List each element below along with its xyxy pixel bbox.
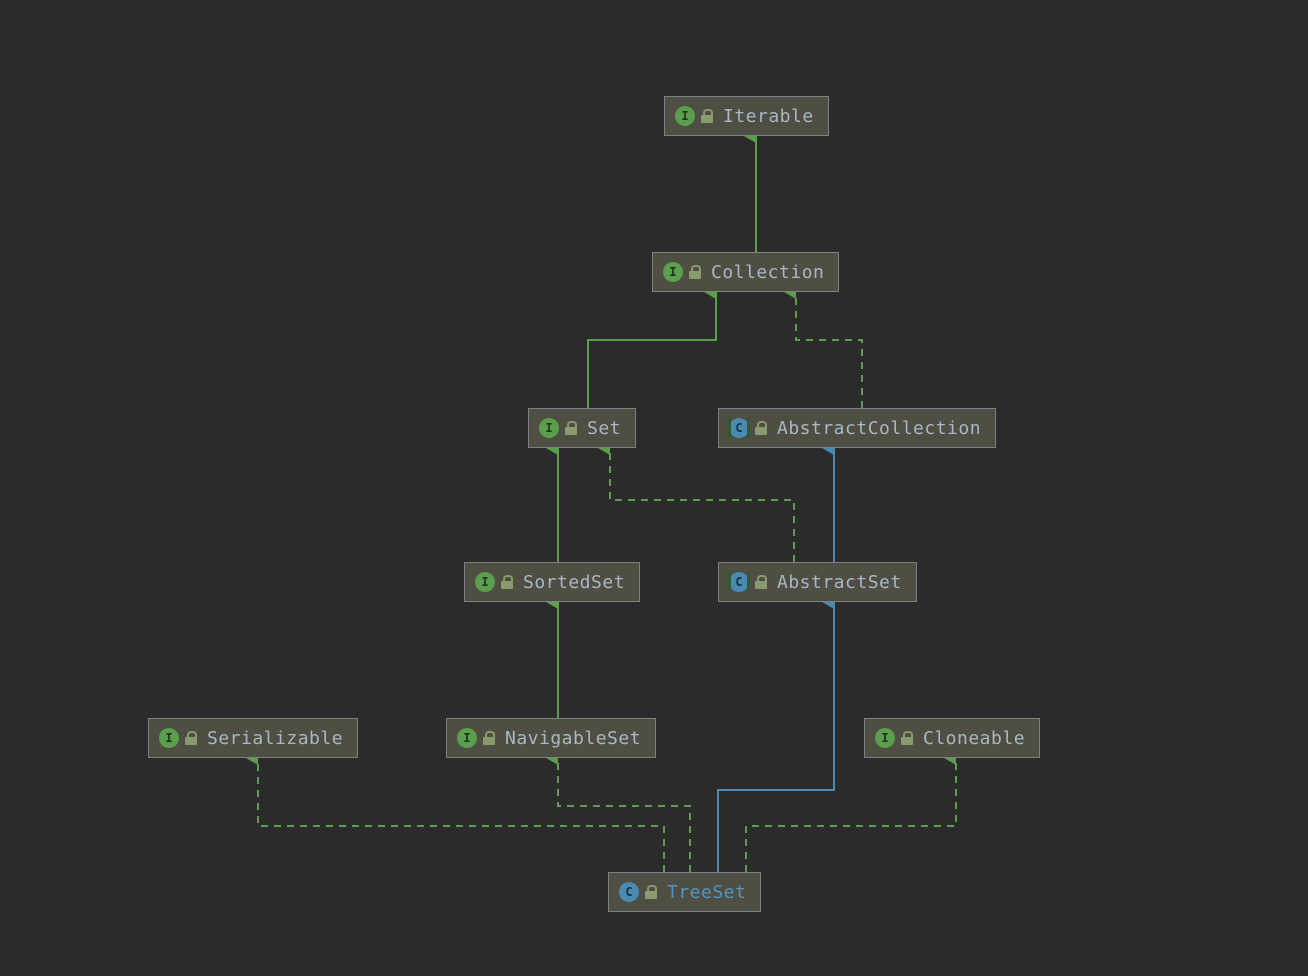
edge-abstractset-set xyxy=(610,448,794,562)
node-treeset[interactable]: C TreeSet xyxy=(608,872,761,912)
edge-layer xyxy=(0,0,1308,976)
edge-abstractcollection-collection xyxy=(796,292,862,408)
edge-treeset-abstractset xyxy=(718,602,834,872)
abstract-class-icon: C xyxy=(729,572,749,592)
interface-icon: I xyxy=(875,728,895,748)
node-label: Iterable xyxy=(723,106,814,127)
interface-icon: I xyxy=(457,728,477,748)
node-collection[interactable]: I Collection xyxy=(652,252,839,292)
lock-icon xyxy=(565,421,577,435)
interface-icon: I xyxy=(539,418,559,438)
lock-icon xyxy=(901,731,913,745)
node-label: AbstractSet xyxy=(777,572,902,593)
lock-icon xyxy=(501,575,513,589)
lock-icon xyxy=(645,885,657,899)
node-label: Set xyxy=(587,418,621,439)
lock-icon xyxy=(689,265,701,279)
node-label: AbstractCollection xyxy=(777,418,981,439)
node-iterable[interactable]: I Iterable xyxy=(664,96,829,136)
node-sortedset[interactable]: I SortedSet xyxy=(464,562,640,602)
node-label: Cloneable xyxy=(923,728,1025,749)
lock-icon xyxy=(755,575,767,589)
edge-set-collection xyxy=(588,292,716,408)
interface-icon: I xyxy=(675,106,695,126)
lock-icon xyxy=(185,731,197,745)
lock-icon xyxy=(483,731,495,745)
node-label: TreeSet xyxy=(667,882,746,903)
lock-icon xyxy=(701,109,713,123)
node-abstractcollection[interactable]: C AbstractCollection xyxy=(718,408,996,448)
interface-icon: I xyxy=(663,262,683,282)
node-set[interactable]: I Set xyxy=(528,408,636,448)
diagram-canvas: I Iterable I Collection I Set C Abstract… xyxy=(0,0,1308,976)
node-label: Serializable xyxy=(207,728,343,749)
abstract-class-icon: C xyxy=(729,418,749,438)
interface-icon: I xyxy=(475,572,495,592)
edge-treeset-cloneable xyxy=(746,758,956,872)
node-abstractset[interactable]: C AbstractSet xyxy=(718,562,917,602)
lock-icon xyxy=(755,421,767,435)
node-label: NavigableSet xyxy=(505,728,641,749)
node-serializable[interactable]: I Serializable xyxy=(148,718,358,758)
node-label: Collection xyxy=(711,262,824,283)
node-label: SortedSet xyxy=(523,572,625,593)
edge-treeset-navigableset xyxy=(558,758,690,872)
class-icon: C xyxy=(619,882,639,902)
node-cloneable[interactable]: I Cloneable xyxy=(864,718,1040,758)
node-navigableset[interactable]: I NavigableSet xyxy=(446,718,656,758)
interface-icon: I xyxy=(159,728,179,748)
edge-treeset-serializable xyxy=(258,758,664,872)
